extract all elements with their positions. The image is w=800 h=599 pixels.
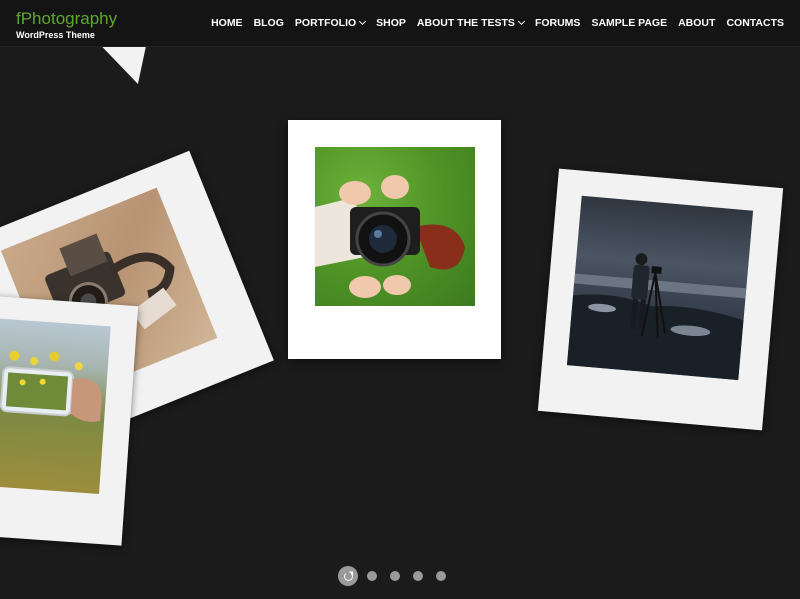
nav-item-about-the-tests[interactable]: ABOUT THE TESTS	[411, 17, 529, 29]
nav-label: SAMPLE PAGE	[591, 17, 668, 29]
site-title: fPhotography	[16, 9, 118, 28]
site-logo[interactable]: fPhotography WordPress Theme	[16, 9, 117, 40]
main-nav: HOME BLOG PORTFOLIO SHOP ABOUT THE TESTS…	[206, 0, 784, 46]
slider-dot-1[interactable]	[338, 566, 358, 586]
photo-phone-flowers	[0, 318, 111, 494]
nav-label: PORTFOLIO	[294, 17, 357, 29]
slider-dot-4[interactable]	[413, 571, 423, 581]
nav-label: SHOP	[376, 17, 406, 29]
nav-item-forums[interactable]: FORUMS	[529, 17, 586, 29]
nav-label: FORUMS	[534, 17, 581, 29]
page: fPhotography WordPress Theme HOME BLOG P…	[0, 0, 800, 599]
photo-grass-camera	[315, 147, 475, 306]
polaroid-shore-photographer[interactable]	[537, 168, 784, 431]
site-tagline: WordPress Theme	[16, 30, 95, 40]
nav-item-blog[interactable]: BLOG	[248, 17, 289, 29]
nav-label: CONTACTS	[726, 17, 784, 29]
nav-item-about[interactable]: ABOUT	[673, 17, 721, 29]
slider-dot-5[interactable]	[436, 571, 446, 581]
slider-dot-3[interactable]	[390, 571, 400, 581]
nav-label: ABOUT THE TESTS	[416, 17, 515, 29]
nav-item-sample-page[interactable]: SAMPLE PAGE	[586, 17, 673, 29]
shore-photographer-illustration	[566, 253, 747, 381]
nav-label: BLOG	[253, 17, 284, 29]
slider-dot-2[interactable]	[367, 571, 377, 581]
slider-pagination	[338, 566, 446, 586]
chevron-down-icon	[359, 17, 367, 26]
grass-camera-illustration	[315, 175, 465, 298]
nav-item-portfolio[interactable]: PORTFOLIO	[289, 17, 370, 29]
nav-item-contacts[interactable]: CONTACTS	[721, 17, 784, 29]
photo-shore-photographer	[566, 195, 754, 381]
nav-item-home[interactable]: HOME	[206, 17, 249, 29]
polaroid-grass-camera[interactable]	[288, 120, 501, 359]
polaroid-phone-flowers[interactable]	[0, 294, 139, 546]
nav-label: HOME	[211, 17, 243, 29]
site-header: fPhotography WordPress Theme HOME BLOG P…	[0, 0, 800, 47]
nav-label: ABOUT	[678, 17, 716, 29]
reload-icon	[343, 571, 353, 581]
nav-item-shop[interactable]: SHOP	[371, 17, 412, 29]
chevron-down-icon	[517, 17, 525, 26]
phone-flowers-illustration	[0, 350, 102, 422]
